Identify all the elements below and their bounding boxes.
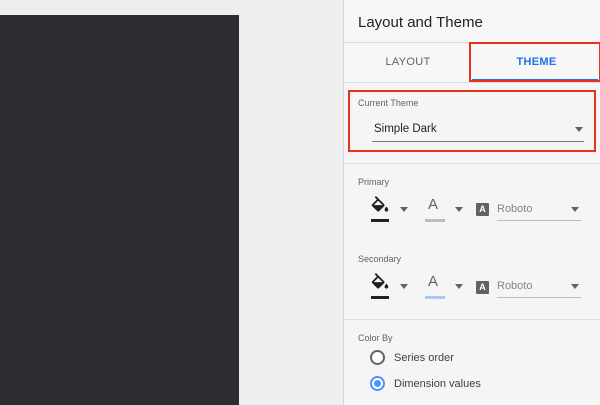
secondary-font-value: Roboto: [497, 280, 533, 292]
fill-color-swatch: [371, 219, 389, 222]
radio-series-order-label[interactable]: Series order: [394, 352, 454, 364]
text-color-swatch: [425, 296, 445, 299]
layout-theme-panel: Layout and Theme LAYOUT THEME Current Th…: [343, 0, 600, 405]
secondary-fill-color-button[interactable]: [368, 273, 392, 299]
radio-dimension-values-label[interactable]: Dimension values: [394, 378, 481, 390]
text-color-icon: A: [428, 196, 439, 213]
tab-bar: LAYOUT THEME: [344, 43, 600, 83]
chevron-down-icon[interactable]: [400, 207, 408, 212]
text-color-swatch: [425, 219, 445, 222]
paint-bucket-icon: [371, 196, 389, 212]
tab-layout[interactable]: LAYOUT: [344, 43, 472, 83]
tab-theme[interactable]: THEME: [472, 43, 600, 83]
radio-series-order[interactable]: [370, 350, 385, 365]
section-divider: [344, 163, 600, 164]
font-family-icon: A: [476, 203, 489, 216]
current-theme-select[interactable]: Simple Dark: [372, 118, 584, 142]
primary-font-value: Roboto: [497, 203, 533, 215]
dark-report-page[interactable]: [0, 15, 239, 405]
secondary-label: Secondary: [358, 254, 402, 264]
chevron-down-icon[interactable]: [455, 284, 463, 289]
primary-label: Primary: [358, 177, 389, 187]
chevron-down-icon: [575, 127, 583, 132]
section-divider: [344, 319, 600, 320]
font-family-icon: A: [476, 281, 489, 294]
current-theme-label: Current Theme: [358, 98, 419, 108]
color-by-label: Color By: [358, 333, 393, 343]
chevron-down-icon: [571, 207, 579, 212]
paint-bucket-icon: [371, 273, 389, 289]
panel-header: Layout and Theme: [344, 0, 600, 43]
current-theme-value: Simple Dark: [374, 123, 437, 135]
text-color-icon: A: [428, 273, 439, 290]
primary-font-select[interactable]: Roboto: [497, 199, 581, 221]
report-canvas: [0, 0, 343, 405]
chevron-down-icon[interactable]: [400, 284, 408, 289]
active-tab-indicator: [472, 79, 598, 82]
fill-color-swatch: [371, 296, 389, 299]
primary-text-color-button[interactable]: A: [424, 196, 446, 222]
panel-title: Layout and Theme: [358, 14, 483, 31]
primary-fill-color-button[interactable]: [368, 196, 392, 222]
secondary-text-color-button[interactable]: A: [424, 273, 446, 299]
secondary-font-select[interactable]: Roboto: [497, 276, 581, 298]
chevron-down-icon: [571, 284, 579, 289]
radio-dimension-values[interactable]: [370, 376, 385, 391]
chevron-down-icon[interactable]: [455, 207, 463, 212]
radio-checked-dot: [374, 380, 381, 387]
